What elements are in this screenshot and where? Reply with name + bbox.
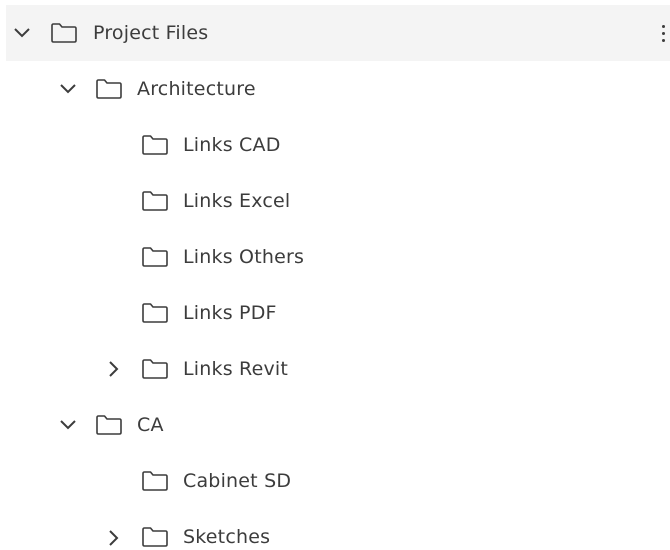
tree-node-label: CA bbox=[137, 414, 164, 436]
tree-node-sketches[interactable]: Sketches bbox=[0, 509, 670, 550]
tree-node-project-files[interactable]: Project Files bbox=[6, 5, 670, 61]
tree-node-architecture[interactable]: Architecture bbox=[0, 61, 670, 117]
tree-node-label: Cabinet SD bbox=[183, 470, 292, 492]
folder-icon bbox=[94, 413, 124, 437]
tree-node-label: Links Others bbox=[183, 246, 305, 268]
tree-node-ca[interactable]: CA bbox=[0, 397, 670, 453]
folder-icon bbox=[140, 469, 170, 493]
tree-node-label: Project Files bbox=[93, 22, 209, 44]
folder-icon bbox=[140, 245, 170, 269]
folder-icon bbox=[140, 189, 170, 213]
folder-tree: Project Files Architecture Links CAD Lin… bbox=[0, 0, 670, 550]
folder-icon bbox=[94, 77, 124, 101]
folder-icon bbox=[140, 133, 170, 157]
tree-node-label: Links Excel bbox=[183, 190, 291, 212]
tree-node-links-cad[interactable]: Links CAD bbox=[0, 117, 670, 173]
chevron-down-icon[interactable] bbox=[11, 22, 33, 44]
folder-icon bbox=[140, 525, 170, 549]
chevron-right-icon[interactable] bbox=[103, 358, 125, 380]
folder-icon bbox=[140, 357, 170, 381]
chevron-down-icon[interactable] bbox=[57, 78, 79, 100]
tree-node-links-revit[interactable]: Links Revit bbox=[0, 341, 670, 397]
tree-node-links-excel[interactable]: Links Excel bbox=[0, 173, 670, 229]
tree-node-links-pdf[interactable]: Links PDF bbox=[0, 285, 670, 341]
tree-node-label: Architecture bbox=[137, 78, 256, 100]
tree-node-label: Links Revit bbox=[183, 358, 289, 380]
folder-icon bbox=[49, 21, 79, 45]
chevron-down-icon[interactable] bbox=[57, 414, 79, 436]
tree-node-label: Links PDF bbox=[183, 302, 277, 324]
tree-node-links-others[interactable]: Links Others bbox=[0, 229, 670, 285]
folder-icon bbox=[140, 301, 170, 325]
chevron-right-icon[interactable] bbox=[103, 527, 125, 549]
tree-node-label: Sketches bbox=[183, 526, 271, 548]
vertical-dots-icon[interactable] bbox=[656, 18, 670, 48]
tree-node-label: Links CAD bbox=[183, 134, 281, 156]
tree-node-cabinet-sd[interactable]: Cabinet SD bbox=[0, 453, 670, 509]
